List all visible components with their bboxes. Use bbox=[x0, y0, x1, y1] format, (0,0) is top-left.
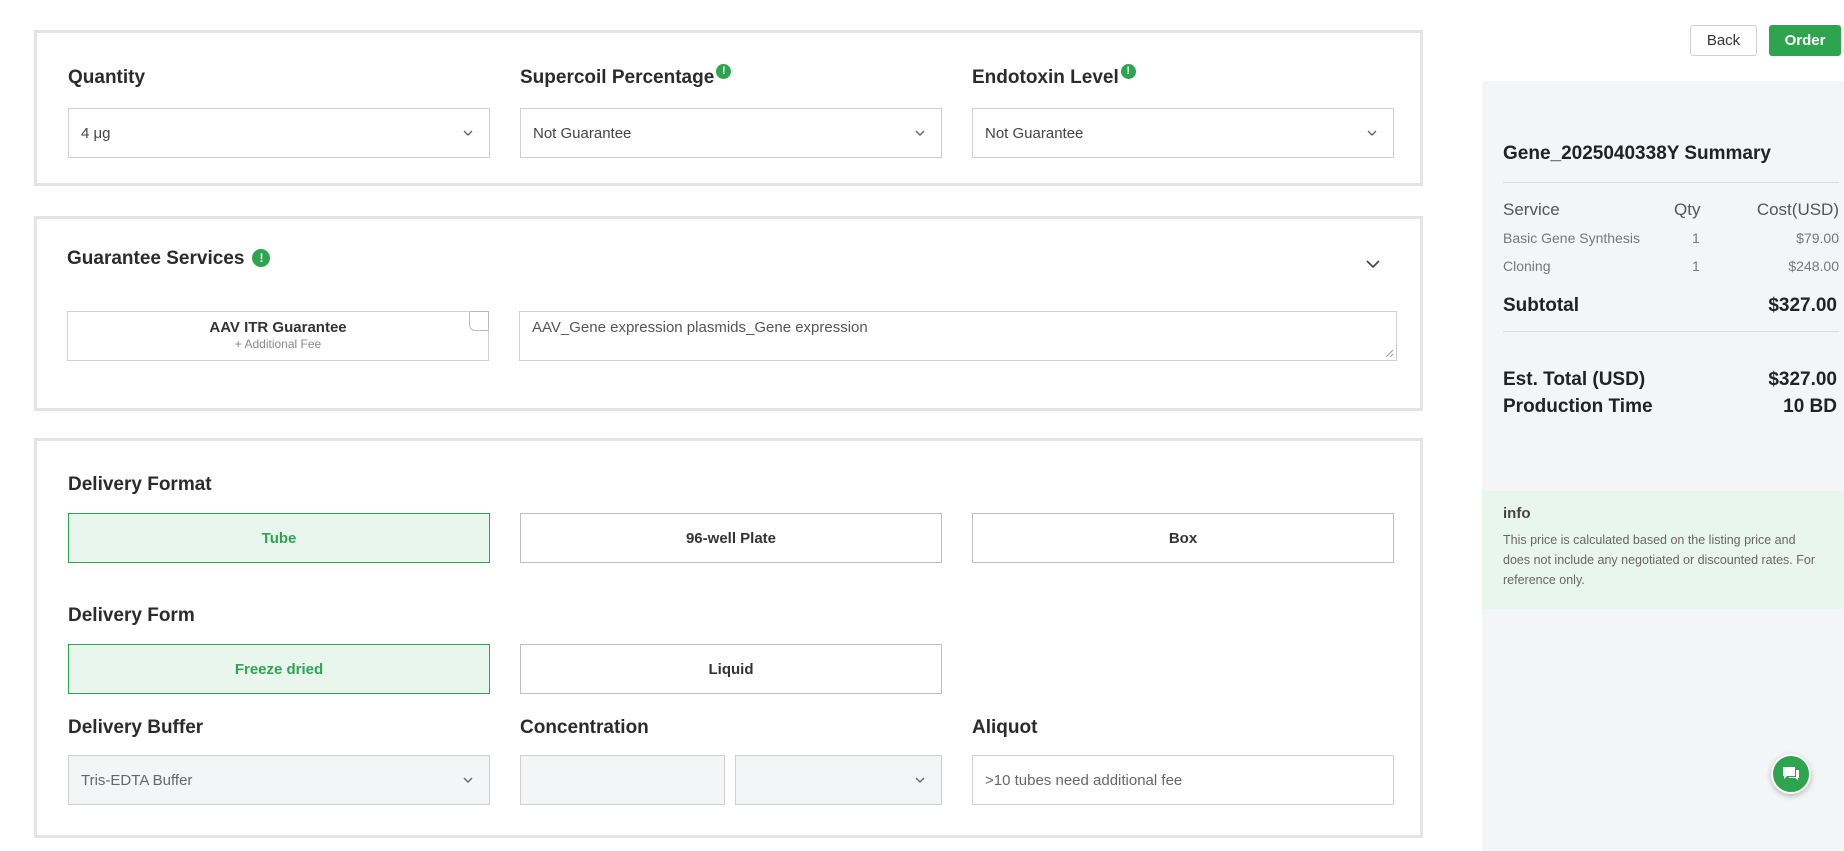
concentration-input[interactable] bbox=[520, 755, 725, 805]
buffer-value: Tris-EDTA Buffer bbox=[81, 771, 193, 789]
back-button[interactable]: Back bbox=[1690, 25, 1757, 56]
endotoxin-label: Endotoxin Level! bbox=[972, 64, 1136, 89]
aliquot-input[interactable]: >10 tubes need additional fee bbox=[972, 755, 1394, 805]
form-option-freeze-dried[interactable]: Freeze dried bbox=[68, 644, 490, 694]
divider bbox=[1503, 331, 1839, 332]
info-box: info This price is calculated based on t… bbox=[1482, 491, 1844, 609]
guarantee-notes-textarea[interactable]: AAV_Gene expression plasmids_Gene expres… bbox=[519, 311, 1397, 361]
chevron-down-icon bbox=[1367, 130, 1377, 136]
info-icon[interactable]: ! bbox=[716, 64, 732, 79]
row-cost: $79.00 bbox=[1796, 230, 1839, 246]
guarantee-card: Guarantee Services! AAV ITR Guarantee + … bbox=[34, 216, 1423, 411]
info-icon[interactable]: ! bbox=[1120, 64, 1136, 79]
chevron-down-icon bbox=[915, 130, 925, 136]
chat-button[interactable] bbox=[1771, 754, 1811, 794]
info-title: info bbox=[1503, 505, 1531, 522]
header-qty: Qty bbox=[1674, 200, 1701, 219]
resize-grip-icon[interactable] bbox=[1384, 348, 1394, 358]
chat-icon bbox=[1783, 767, 1799, 781]
chevron-down-icon bbox=[463, 777, 473, 783]
supercoil-label: Supercoil Percentage! bbox=[520, 64, 732, 89]
format-option-box[interactable]: Box bbox=[972, 513, 1394, 563]
endotoxin-value: Not Guarantee bbox=[985, 124, 1084, 142]
total-value: $327.00 bbox=[1768, 369, 1837, 390]
subtotal-label: Subtotal bbox=[1503, 295, 1579, 316]
delivery-buffer-label: Delivery Buffer bbox=[68, 717, 204, 738]
row-cost: $248.00 bbox=[1788, 258, 1839, 274]
guarantee-title: Guarantee Services! bbox=[67, 248, 271, 270]
checkbox-icon[interactable] bbox=[469, 311, 489, 331]
header-cost: Cost(USD) bbox=[1756, 200, 1839, 219]
option-subtitle: + Additional Fee bbox=[234, 337, 322, 351]
info-text: This price is calculated based on the li… bbox=[1503, 533, 1816, 587]
header-service: Service bbox=[1503, 200, 1560, 219]
production-label: Production Time bbox=[1503, 396, 1653, 417]
format-option-96-well-plate[interactable]: 96-well Plate bbox=[520, 513, 942, 563]
delivery-card: Delivery Format Tube 96-well Plate Box D… bbox=[34, 438, 1423, 838]
row-qty: 1 bbox=[1692, 258, 1700, 274]
concentration-label: Concentration bbox=[520, 717, 649, 738]
chevron-down-icon bbox=[463, 130, 473, 136]
total-label: Est. Total (USD) bbox=[1503, 369, 1646, 390]
row-service: Basic Gene Synthesis bbox=[1503, 230, 1640, 246]
endotoxin-select[interactable]: Not Guarantee bbox=[972, 108, 1394, 158]
row-qty: 1 bbox=[1692, 230, 1700, 246]
chevron-down-icon bbox=[915, 777, 925, 783]
delivery-buffer-select[interactable]: Tris-EDTA Buffer bbox=[68, 755, 490, 805]
supercoil-value: Not Guarantee bbox=[533, 124, 632, 142]
option-title: AAV ITR Guarantee bbox=[209, 319, 347, 336]
divider bbox=[1503, 182, 1839, 183]
quantity-value: 4 μg bbox=[81, 124, 111, 142]
notes-text: AAV_Gene expression plasmids_Gene expres… bbox=[532, 319, 868, 336]
delivery-format-label: Delivery Format bbox=[68, 474, 212, 495]
specs-card: Quantity Supercoil Percentage! Endotoxin… bbox=[34, 30, 1423, 186]
summary-title: Gene_2025040338Y Summary bbox=[1503, 143, 1771, 164]
supercoil-select[interactable]: Not Guarantee bbox=[520, 108, 942, 158]
form-option-liquid[interactable]: Liquid bbox=[520, 644, 942, 694]
delivery-form-label: Delivery Form bbox=[68, 605, 195, 626]
concentration-unit-select[interactable] bbox=[735, 755, 942, 805]
format-option-tube[interactable]: Tube bbox=[68, 513, 490, 563]
aliquot-label: Aliquot bbox=[972, 717, 1038, 738]
info-icon[interactable]: ! bbox=[252, 249, 271, 267]
production-value: 10 BD bbox=[1783, 396, 1837, 417]
quantity-label: Quantity bbox=[68, 67, 146, 88]
quantity-select[interactable]: 4 μg bbox=[68, 108, 490, 158]
chevron-down-icon[interactable] bbox=[1364, 255, 1382, 273]
summary-panel: Gene_2025040338Y Summary Service Qty Cos… bbox=[1482, 81, 1844, 851]
aliquot-placeholder: >10 tubes need additional fee bbox=[985, 771, 1183, 789]
order-button[interactable]: Order bbox=[1769, 25, 1841, 56]
subtotal-value: $327.00 bbox=[1768, 295, 1837, 316]
aav-itr-guarantee-option[interactable]: AAV ITR Guarantee + Additional Fee bbox=[67, 311, 489, 361]
row-service: Cloning bbox=[1503, 258, 1551, 274]
